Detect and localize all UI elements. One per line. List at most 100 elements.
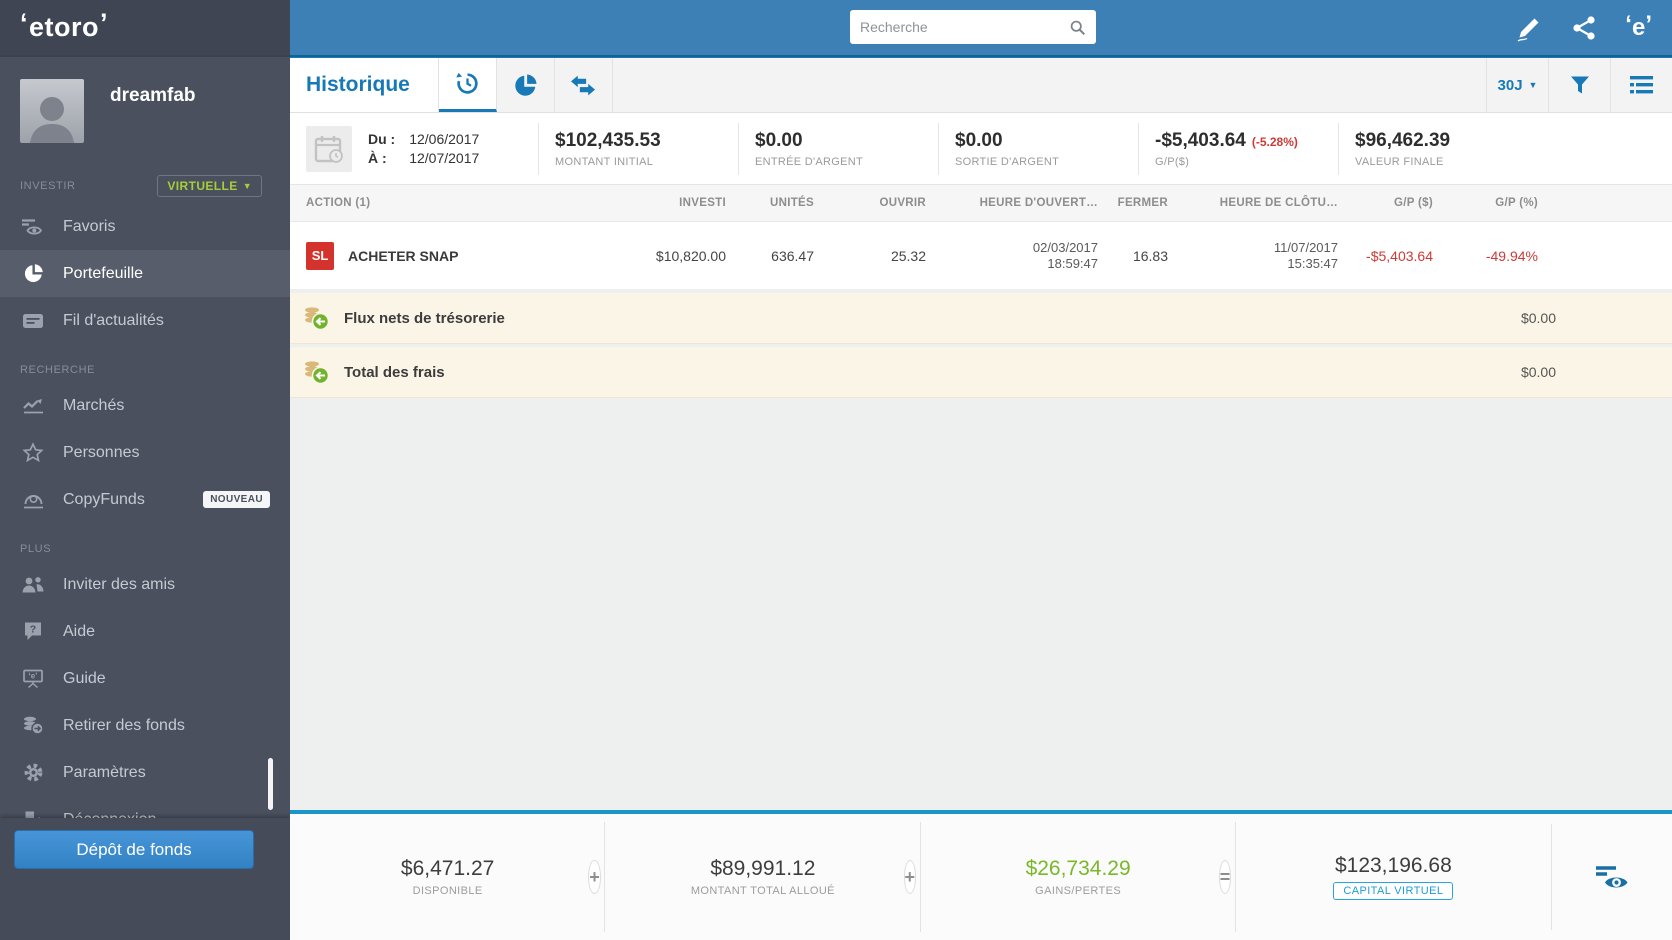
equity-view-button[interactable] bbox=[1552, 862, 1672, 892]
stop-loss-badge: SL bbox=[306, 241, 334, 270]
nouveau-badge: NOUVEAU bbox=[203, 491, 270, 508]
period-dropdown[interactable]: 30J ▼ bbox=[1486, 58, 1548, 112]
metric-label: MONTANT INITIAL bbox=[555, 155, 654, 168]
metric-label: G/P($) bbox=[1155, 155, 1190, 168]
sidebar-item-guide[interactable]: ‘e’ Guide bbox=[0, 655, 290, 702]
section-label-recherche: RECHERCHE bbox=[20, 364, 96, 376]
metric-entree-argent: $0.00 ENTRÉE D'ARGENT bbox=[738, 122, 938, 175]
metric-montant-initial: $102,435.53 MONTANT INITIAL bbox=[538, 122, 738, 175]
section-label-plus: PLUS bbox=[20, 543, 52, 555]
tab-transactions[interactable] bbox=[555, 58, 613, 112]
tab-allocation[interactable] bbox=[497, 58, 555, 112]
sidebar-item-label: Guide bbox=[63, 669, 106, 687]
col-unites[interactable]: UNITÉS bbox=[726, 197, 814, 209]
sidebar-item-label: Portefeuille bbox=[63, 264, 144, 282]
footer-label: DISPONIBLE bbox=[412, 885, 483, 897]
col-action[interactable]: ACTION (1) bbox=[306, 197, 626, 209]
top-bar: etoro e bbox=[0, 0, 1672, 55]
col-gp-dollar[interactable]: G/P ($) bbox=[1338, 197, 1433, 209]
sidebar-item-portefeuille[interactable]: Portefeuille bbox=[0, 250, 290, 297]
pie-chart-icon bbox=[20, 263, 46, 285]
row-value: $0.00 bbox=[1520, 364, 1556, 380]
copyfunds-icon bbox=[20, 489, 46, 511]
date-range-block: Du : À : 12/06/2017 12/07/2017 bbox=[290, 125, 538, 172]
metric-percent: (-5.28%) bbox=[1251, 134, 1298, 149]
footer-label: GAINS/PERTES bbox=[1035, 885, 1122, 897]
main-content: Historique 30J ▼ Du: À: 12/06/2017 12/… bbox=[290, 55, 1672, 940]
footer-value: $123,196.68 bbox=[1334, 854, 1452, 877]
sidebar-bottom-dock: Dépôt de fonds bbox=[0, 818, 290, 940]
net-cash-flow-row[interactable]: Flux nets de trésorerie $0.00 bbox=[290, 293, 1672, 344]
sidebar-item-parametres[interactable]: Paramètres bbox=[0, 749, 290, 796]
etoro-e-icon[interactable]: e bbox=[1625, 14, 1652, 42]
invite-friends-icon bbox=[20, 574, 46, 596]
section-label-investir: INVESTIR bbox=[20, 180, 76, 192]
page-title-historique[interactable]: Historique bbox=[290, 58, 439, 112]
svg-text:‘e’: ‘e’ bbox=[29, 672, 38, 681]
history-clock-icon bbox=[454, 70, 481, 97]
sidebar-item-label: Favoris bbox=[63, 217, 116, 235]
sidebar-scrollbar-thumb[interactable] bbox=[268, 758, 273, 810]
footer-metric-total-alloue: $89,991.12 MONTANT TOTAL ALLOUÉ bbox=[605, 857, 920, 897]
guide-icon: ‘e’ bbox=[20, 668, 46, 690]
coins-arrow-icon bbox=[302, 303, 332, 333]
col-investi[interactable]: INVESTI bbox=[626, 197, 726, 209]
col-heure-cloture[interactable]: HEURE DE CLÔTU… bbox=[1168, 197, 1338, 209]
date-to-value: 12/07/2017 bbox=[409, 149, 480, 166]
search-input[interactable] bbox=[860, 19, 1069, 35]
content-filler bbox=[290, 398, 1672, 810]
metric-sortie-argent: $0.00 SORTIE D'ARGENT bbox=[938, 122, 1138, 175]
username[interactable]: dreamfab bbox=[110, 85, 196, 107]
date-from-value: 12/06/2017 bbox=[409, 130, 480, 147]
col-ouvrir[interactable]: OUVRIR bbox=[814, 197, 926, 209]
metric-value: $0.00 bbox=[955, 129, 1003, 151]
chevron-down-icon: ▼ bbox=[242, 181, 252, 191]
capital-virtuel-badge: CAPITAL VIRTUEL bbox=[1333, 882, 1454, 900]
metric-valeur-finale: $96,462.39 VALEUR FINALE bbox=[1338, 122, 1588, 175]
deposit-funds-button[interactable]: Dépôt de fonds bbox=[14, 830, 254, 869]
calendar-icon[interactable] bbox=[306, 125, 352, 172]
etoro-logo[interactable]: etoro bbox=[20, 12, 108, 43]
sidebar-item-retirer[interactable]: Retirer des fonds bbox=[0, 702, 290, 749]
chevron-down-icon: ▼ bbox=[1528, 80, 1538, 90]
sidebar-item-marches[interactable]: Marchés bbox=[0, 382, 290, 429]
date-from-label: Du : bbox=[368, 130, 396, 147]
filter-button[interactable] bbox=[1548, 58, 1610, 112]
star-icon bbox=[20, 441, 46, 464]
sidebar-item-copyfunds[interactable]: CopyFunds NOUVEAU bbox=[0, 476, 290, 523]
total-fees-row[interactable]: Total des frais $0.00 bbox=[290, 347, 1672, 398]
compose-pencil-icon[interactable] bbox=[1515, 13, 1543, 43]
sidebar-item-favoris[interactable]: Favoris bbox=[0, 203, 290, 250]
footer-label: MONTANT TOTAL ALLOUÉ bbox=[690, 885, 835, 897]
mode-label: VIRTUELLE bbox=[167, 179, 238, 193]
col-gp-percent[interactable]: G/P (%) bbox=[1433, 197, 1538, 209]
sidebar-item-personnes[interactable]: Personnes bbox=[0, 429, 290, 476]
metric-label: SORTIE D'ARGENT bbox=[955, 155, 1060, 168]
date-to-label: À : bbox=[368, 149, 387, 166]
sidebar-item-aide[interactable]: ? Aide bbox=[0, 608, 290, 655]
footer-metric-gains-pertes: $26,734.29 GAINS/PERTES bbox=[921, 857, 1236, 897]
metric-value: $0.00 bbox=[755, 129, 803, 151]
sidebar-item-fil-actualites[interactable]: Fil d'actualités bbox=[0, 297, 290, 344]
plus-operator: + bbox=[588, 860, 601, 894]
sidebar-item-label: Aide bbox=[63, 622, 96, 640]
search-box bbox=[850, 10, 1096, 44]
metric-value: $102,435.53 bbox=[555, 129, 661, 151]
pie-chart-icon bbox=[513, 73, 538, 98]
search-icon[interactable] bbox=[1069, 19, 1086, 36]
col-fermer[interactable]: FERMER bbox=[1098, 197, 1168, 209]
virtual-mode-dropdown[interactable]: VIRTUELLE ▼ bbox=[157, 175, 262, 197]
sidebar-item-label: Fil d'actualités bbox=[63, 311, 164, 329]
tab-history[interactable] bbox=[438, 58, 497, 112]
row-label: Total des frais bbox=[344, 363, 445, 381]
view-list-button[interactable] bbox=[1610, 58, 1672, 112]
svg-text:?: ? bbox=[30, 624, 36, 636]
col-heure-ouverture[interactable]: HEURE D'OUVERT… bbox=[926, 197, 1098, 209]
user-profile: dreamfab bbox=[0, 55, 290, 153]
share-icon[interactable] bbox=[1571, 15, 1597, 41]
table-row-snap[interactable]: SL ACHETER SNAP $10,820.00 636.47 25.32 … bbox=[290, 222, 1672, 290]
avatar[interactable] bbox=[20, 79, 84, 143]
sidebar-item-inviter[interactable]: Inviter des amis bbox=[0, 561, 290, 608]
metric-gp-dollar: -$5,403.64 (-5.28%) G/P($) bbox=[1138, 122, 1338, 175]
news-feed-icon bbox=[20, 310, 46, 332]
